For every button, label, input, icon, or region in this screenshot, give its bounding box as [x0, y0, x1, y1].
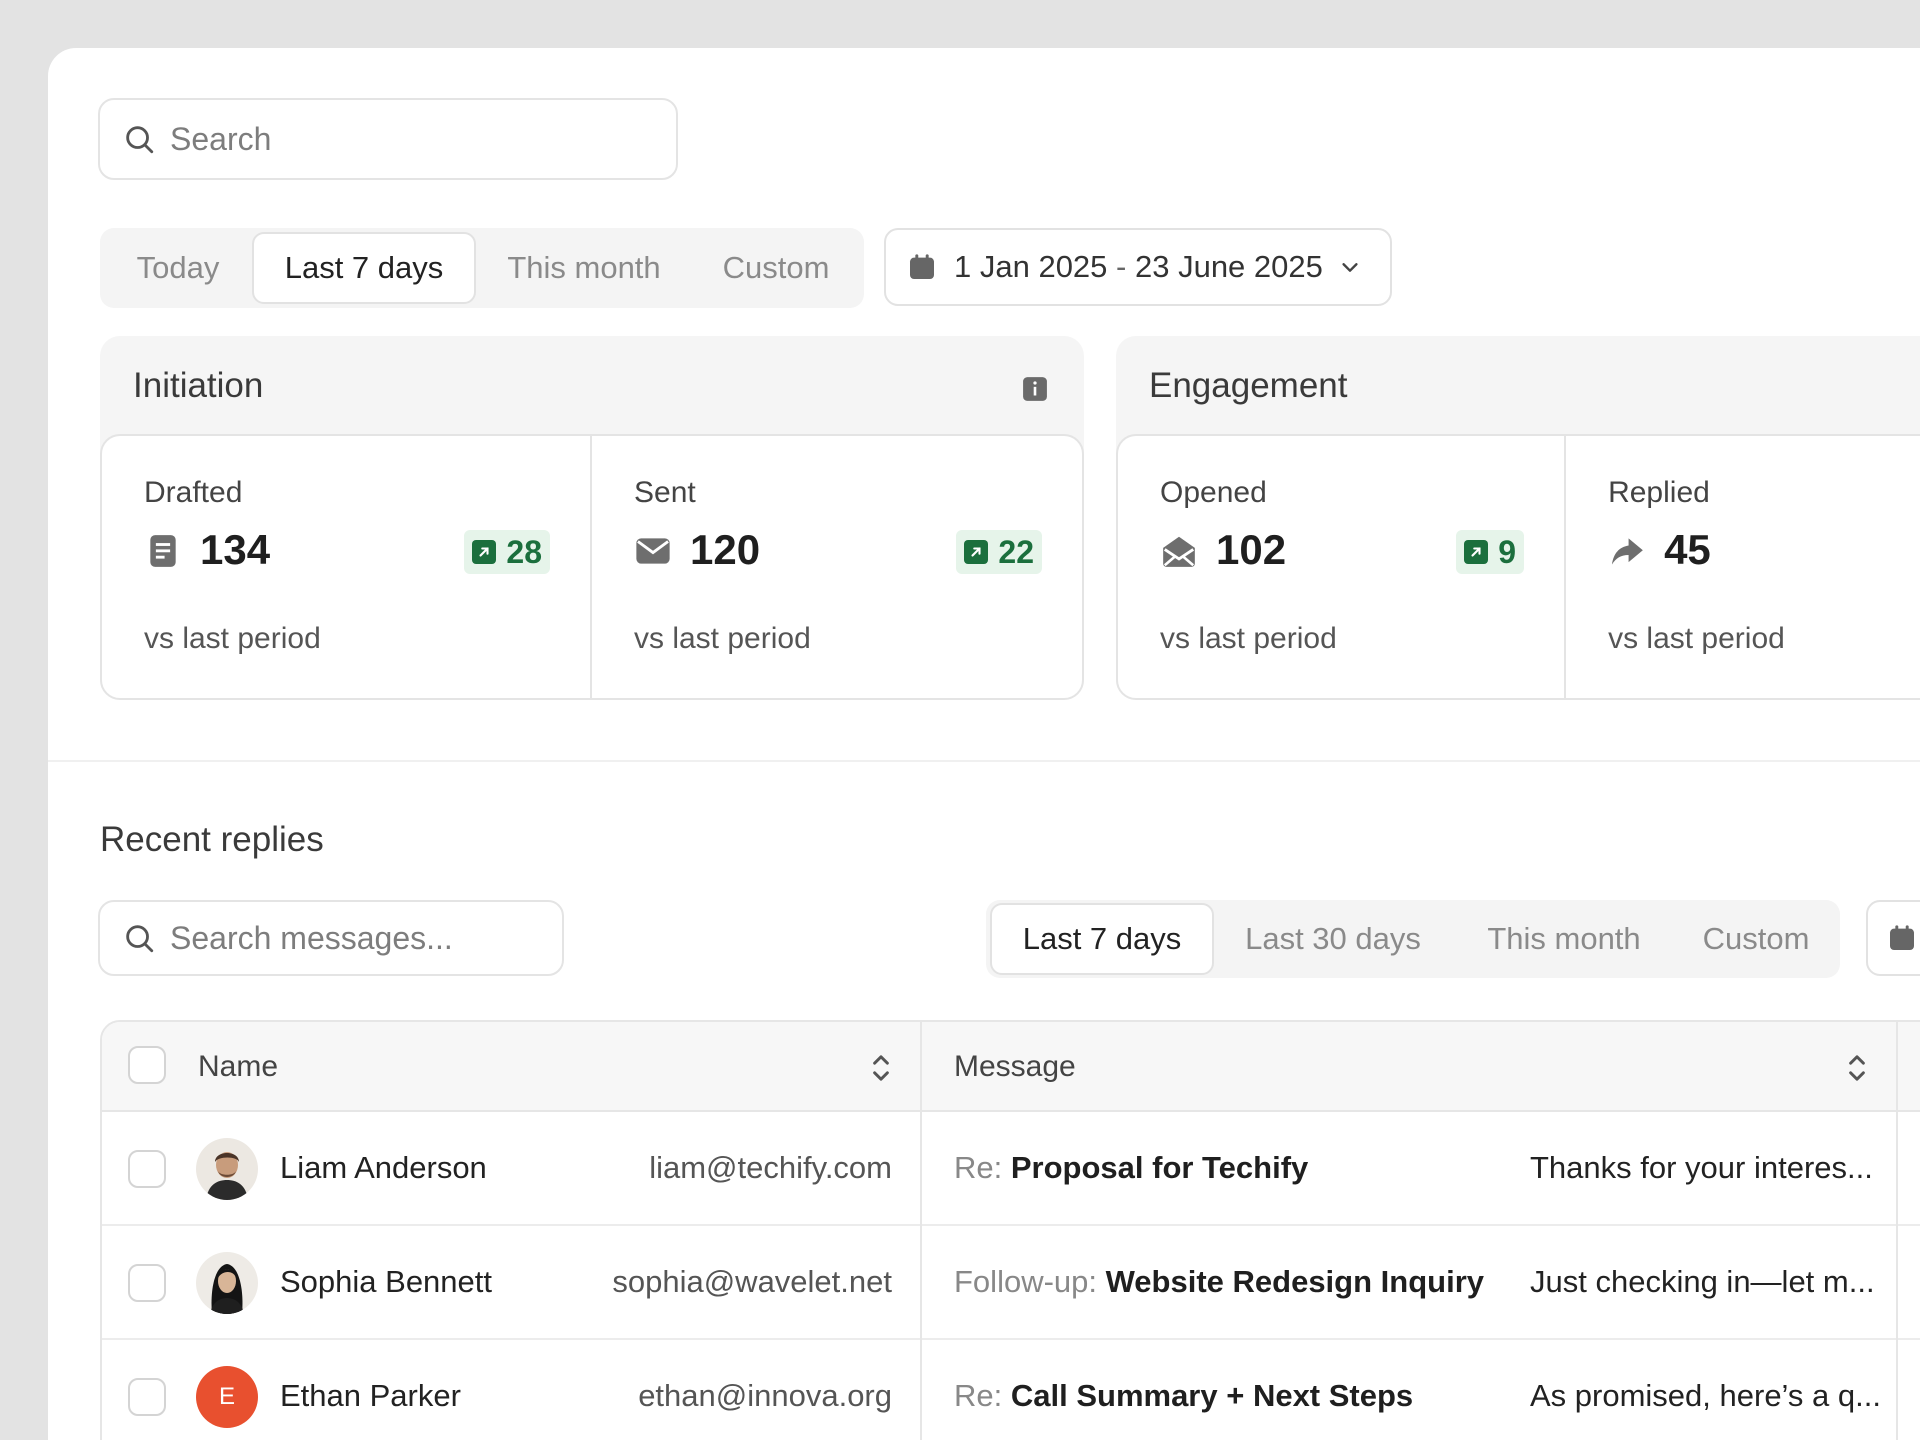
subject-prefix: Follow-up: — [954, 1264, 1106, 1299]
initiation-title: Initiation — [133, 366, 263, 406]
stat-sub: vs last period — [1608, 622, 1785, 656]
column-header-message[interactable]: Message — [954, 1050, 1076, 1084]
tab-last-30-days[interactable]: Last 30 days — [1214, 903, 1452, 975]
stat-opened: Opened 102 9 vs last period — [1118, 436, 1566, 700]
tab-today[interactable]: Today — [104, 232, 252, 304]
stat-value: 120 — [690, 526, 760, 574]
calendar-icon — [906, 251, 938, 283]
delta-value: 9 — [1498, 534, 1516, 571]
row-checkbox[interactable] — [128, 1264, 166, 1302]
dashboard-panel: Search Today Last 7 days This month Cust… — [48, 48, 1920, 1440]
row-email: ethan@innova.org — [638, 1378, 892, 1414]
tab-this-month[interactable]: This month — [1452, 903, 1676, 975]
period-tabs: Today Last 7 days This month Custom — [100, 228, 864, 308]
delta-value: 28 — [506, 534, 542, 571]
search-input[interactable]: Search — [170, 121, 271, 158]
stat-label: Opened — [1160, 476, 1267, 510]
delta-badge: 22 — [956, 530, 1042, 574]
initiation-stats: Drafted 134 28 vs last period Sent 120 2… — [100, 434, 1084, 700]
search-box[interactable]: Search — [98, 98, 678, 180]
row-subject[interactable]: Follow-up: Website Redesign Inquiry — [954, 1264, 1484, 1300]
table-row[interactable]: E Ethan Parker ethan@innova.org Re: Call… — [102, 1340, 1920, 1440]
avatar — [196, 1138, 258, 1200]
sort-icon[interactable] — [868, 1052, 894, 1084]
row-preview: Just checking in—let m... — [1530, 1264, 1875, 1300]
table-header: Name Message — [102, 1022, 1920, 1112]
search-icon — [122, 921, 156, 955]
engagement-title: Engagement — [1149, 366, 1347, 406]
row-subject[interactable]: Re: Proposal for Techify — [954, 1150, 1308, 1186]
date-range-separator: - — [1107, 249, 1135, 285]
stat-label: Sent — [634, 476, 696, 510]
row-name: Sophia Bennett — [280, 1264, 492, 1300]
info-icon[interactable] — [1022, 376, 1048, 402]
replies-table: Name Message Liam Anderson liam@techify.… — [100, 1020, 1920, 1440]
stat-drafted: Drafted 134 28 vs last period — [102, 436, 592, 700]
trend-up-icon — [1464, 540, 1488, 564]
recent-date-picker[interactable] — [1866, 900, 1920, 976]
trend-up-icon — [472, 540, 496, 564]
column-header-name[interactable]: Name — [198, 1050, 278, 1084]
subject-text: Website Redesign Inquiry — [1106, 1264, 1484, 1299]
reply-arrow-icon — [1608, 532, 1646, 570]
row-checkbox[interactable] — [128, 1150, 166, 1188]
message-search-box[interactable]: Search messages... — [98, 900, 564, 976]
section-divider — [48, 760, 1920, 762]
engagement-stats: Opened 102 9 vs last period Replied 45 v… — [1116, 434, 1920, 700]
row-preview: Thanks for your interes... — [1530, 1150, 1873, 1186]
sort-icon[interactable] — [1844, 1052, 1870, 1084]
avatar: E — [196, 1366, 258, 1428]
table-row[interactable]: Sophia Bennett sophia@wavelet.net Follow… — [102, 1226, 1920, 1340]
tab-last-7-days[interactable]: Last 7 days — [990, 903, 1214, 975]
delta-badge: 28 — [464, 530, 550, 574]
row-checkbox[interactable] — [128, 1378, 166, 1416]
search-icon — [122, 122, 156, 156]
row-email: sophia@wavelet.net — [612, 1264, 892, 1300]
recent-period-tabs: Last 7 days Last 30 days This month Cust… — [986, 900, 1840, 978]
avatar — [196, 1252, 258, 1314]
message-search-input[interactable]: Search messages... — [170, 920, 453, 957]
row-name: Ethan Parker — [280, 1378, 461, 1414]
subject-text: Call Summary + Next Steps — [1011, 1378, 1413, 1413]
date-range-end: 23 June 2025 — [1135, 249, 1323, 285]
subject-prefix: Re: — [954, 1378, 1011, 1413]
stat-sub: vs last period — [1160, 622, 1337, 656]
column-divider — [920, 1022, 922, 1440]
column-divider — [1896, 1022, 1898, 1440]
subject-text: Proposal for Techify — [1011, 1150, 1308, 1185]
stat-sub: vs last period — [144, 622, 321, 656]
stat-sub: vs last period — [634, 622, 811, 656]
row-subject[interactable]: Re: Call Summary + Next Steps — [954, 1378, 1413, 1414]
date-range-picker[interactable]: 1 Jan 2025 - 23 June 2025 — [884, 228, 1392, 306]
stat-value: 102 — [1216, 526, 1286, 574]
select-all-checkbox[interactable] — [128, 1046, 166, 1084]
calendar-icon — [1886, 922, 1918, 954]
tab-last-7-days[interactable]: Last 7 days — [252, 232, 476, 304]
row-email: liam@techify.com — [649, 1150, 892, 1186]
stat-replied: Replied 45 vs last period — [1566, 436, 1920, 700]
tab-this-month[interactable]: This month — [476, 232, 692, 304]
stat-value: 45 — [1664, 526, 1711, 574]
tab-custom[interactable]: Custom — [1676, 903, 1836, 975]
envelope-icon — [634, 532, 672, 570]
recent-replies-title: Recent replies — [100, 820, 324, 860]
trend-up-icon — [964, 540, 988, 564]
tab-custom[interactable]: Custom — [692, 232, 860, 304]
row-name: Liam Anderson — [280, 1150, 487, 1186]
stat-value: 134 — [200, 526, 270, 574]
chevron-down-icon — [1339, 256, 1361, 278]
date-range-start: 1 Jan 2025 — [954, 249, 1107, 285]
subject-prefix: Re: — [954, 1150, 1011, 1185]
stat-sent: Sent 120 22 vs last period — [592, 436, 1082, 700]
row-preview: As promised, here’s a q... — [1530, 1378, 1881, 1414]
stat-label: Replied — [1608, 476, 1710, 510]
engagement-group: Engagement Opened 102 9 vs last period R… — [1116, 336, 1920, 700]
table-row[interactable]: Liam Anderson liam@techify.com Re: Propo… — [102, 1112, 1920, 1226]
envelope-open-icon — [1160, 532, 1198, 570]
initiation-group: Initiation Drafted 134 28 vs last period… — [100, 336, 1084, 700]
delta-value: 22 — [998, 534, 1034, 571]
stat-label: Drafted — [144, 476, 242, 510]
delta-badge: 9 — [1456, 530, 1524, 574]
document-icon — [144, 532, 182, 570]
